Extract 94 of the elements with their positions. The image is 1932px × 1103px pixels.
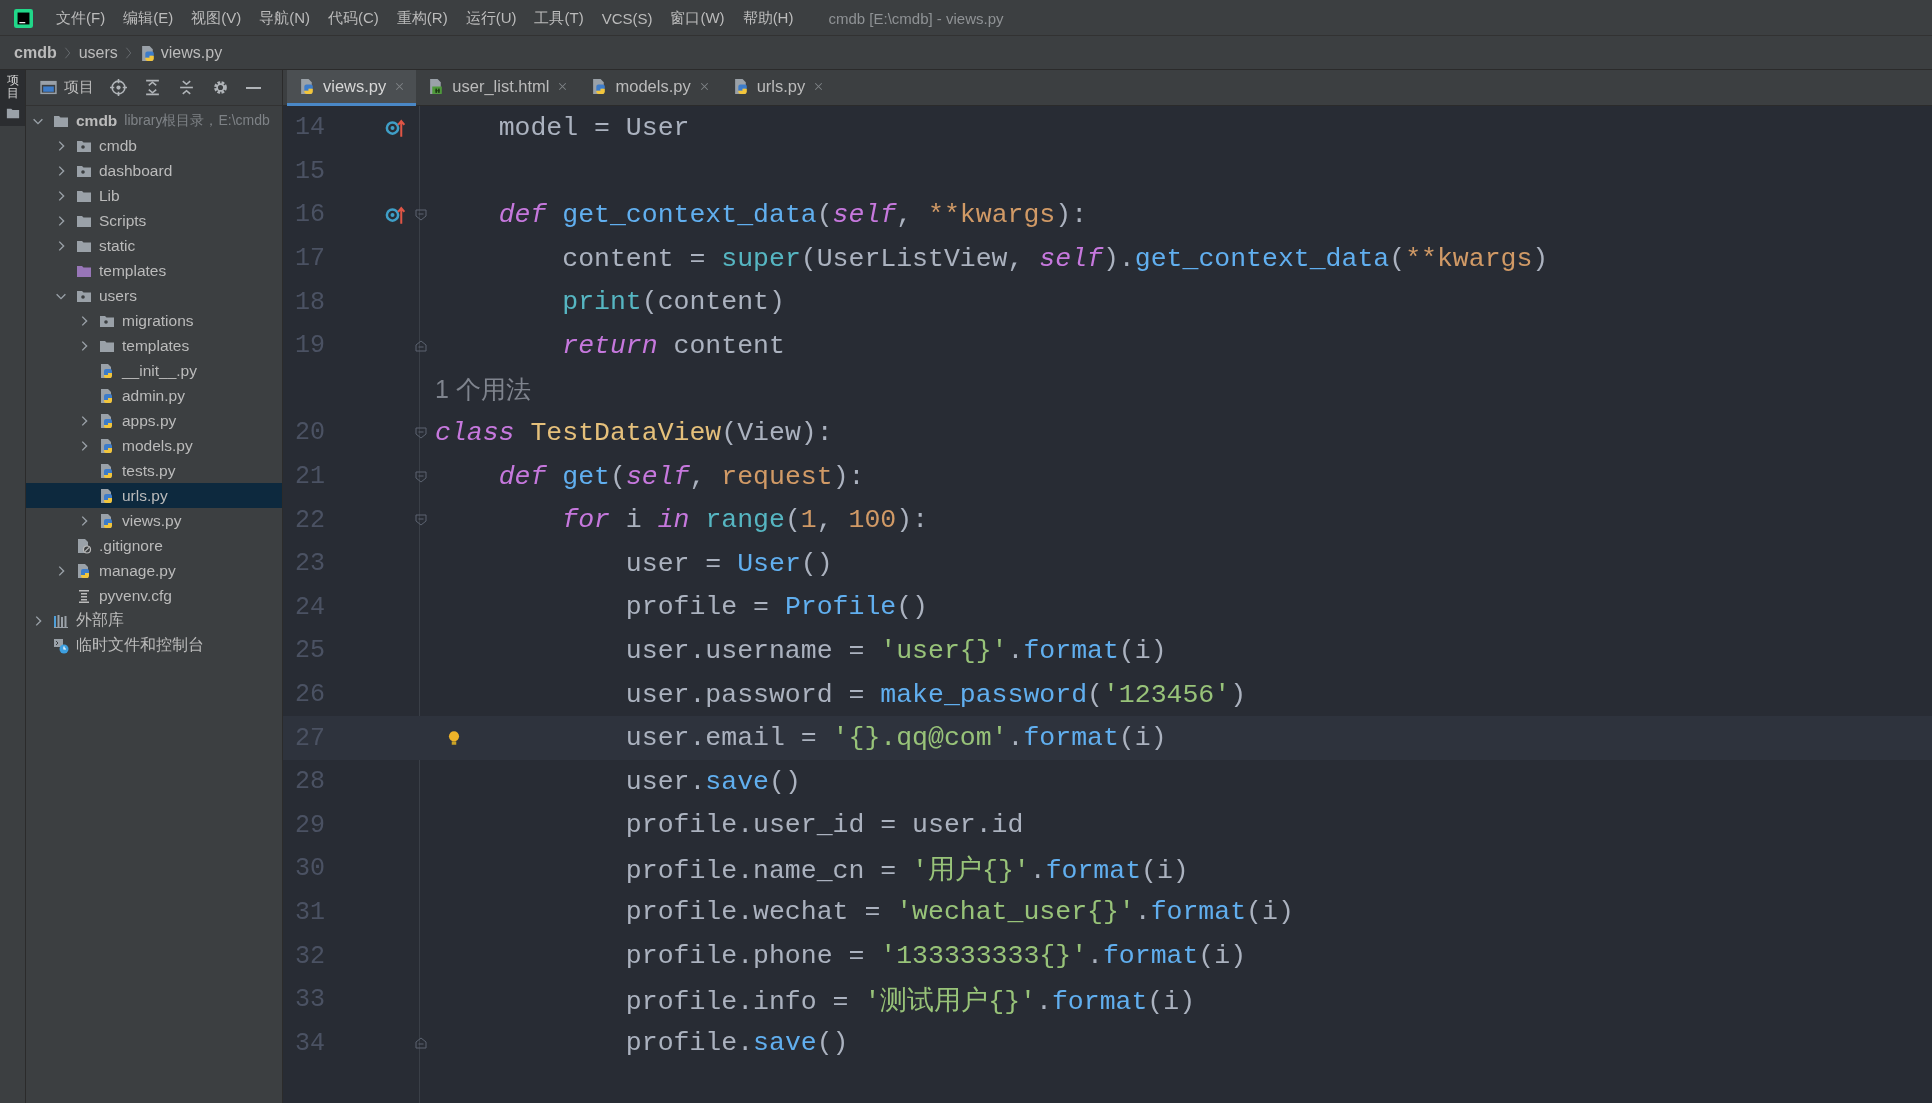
tree-item[interactable]: users	[99, 286, 137, 305]
code-line: profile.wechat = 'wechat_user{}'.format(i)	[625, 897, 1294, 928]
editor-tab[interactable]: urls.py	[720, 70, 836, 106]
breadcrumb-item[interactable]: cmdb	[14, 44, 57, 62]
tree-item[interactable]: 临时文件和控制台	[76, 635, 204, 656]
menu-item[interactable]: 编辑(E)	[114, 4, 183, 32]
app-logo-icon	[14, 8, 33, 28]
window-title: cmdb [E:\cmdb] - views.py	[828, 9, 1004, 27]
code-line: class TestDataView(View):	[435, 417, 833, 448]
menu-item[interactable]: 运行(U)	[456, 4, 526, 32]
python-file-icon	[99, 387, 115, 404]
code-line: profile.save()	[625, 1028, 849, 1059]
tree-item[interactable]: migrations	[122, 311, 194, 330]
fold-marker-icon	[413, 207, 429, 223]
menu-item[interactable]: 重构(R)	[387, 4, 457, 32]
menu-item[interactable]: 导航(N)	[250, 4, 319, 32]
tree-item[interactable]: .gitignore	[99, 536, 163, 555]
code-line: def get_context_data(self, **kwargs):	[498, 200, 1088, 230]
menu-item[interactable]: VCS(S)	[592, 5, 662, 31]
code-line: user.password = make_password('123456')	[625, 679, 1247, 710]
python-file-icon	[99, 362, 115, 379]
code-line: profile = Profile()	[625, 592, 928, 623]
code-line: user.email = '{}.qq@com'.format(i)	[625, 723, 1167, 754]
tree-item[interactable]: 外部库	[76, 610, 124, 631]
tree-item[interactable]: urls.py	[122, 486, 168, 505]
tree-item[interactable]: views.py	[122, 511, 182, 530]
fold-marker-icon	[413, 1035, 429, 1052]
breadcrumb-item[interactable]: views.py	[160, 44, 223, 62]
tree-item[interactable]: manage.py	[99, 561, 176, 580]
menu-item[interactable]: 帮助(H)	[733, 4, 803, 32]
usage-hint[interactable]: 1 个用法	[435, 372, 531, 406]
python-file-icon	[99, 487, 115, 504]
code-line: user.username = 'user{}'.format(i)	[625, 635, 1167, 666]
tree-item[interactable]: apps.py	[122, 411, 177, 430]
code-line: return content	[562, 330, 785, 361]
code-line: def get(self, request):	[498, 461, 865, 492]
collapse-all-icon	[178, 79, 195, 96]
tree-item[interactable]: templates	[99, 261, 167, 280]
tree-item[interactable]: cmdb	[76, 111, 118, 130]
tree-item[interactable]: dashboard	[99, 161, 173, 180]
tree-item[interactable]: Lib	[99, 186, 120, 205]
code-line: print(content)	[562, 287, 785, 318]
tree-item-hint: library根目录，E:\cmdb	[124, 111, 270, 130]
scratch-console-icon	[53, 637, 69, 654]
minimize-icon[interactable]	[246, 86, 261, 89]
tree-item[interactable]: Scripts	[99, 211, 147, 230]
code-line: for i in range(1, 100):	[562, 505, 929, 536]
code-line: user = User()	[625, 548, 833, 579]
tree-item[interactable]: models.py	[122, 436, 193, 455]
python-file-icon	[299, 78, 316, 95]
fold-marker-icon	[413, 468, 429, 485]
tree-item[interactable]: cmdb	[99, 136, 137, 155]
menu-item[interactable]: 窗口(W)	[661, 4, 734, 32]
python-file-icon	[99, 462, 115, 479]
python-file-icon	[139, 44, 157, 62]
code-line: profile.info = '测试用户{}'.format(i)	[625, 985, 1196, 1018]
python-file-icon	[99, 512, 115, 529]
python-file-icon	[76, 562, 92, 579]
menu-item[interactable]: 工具(T)	[525, 4, 593, 32]
tree-item[interactable]: tests.py	[122, 461, 176, 480]
settings-icon	[212, 79, 229, 96]
tree-item[interactable]: templates	[122, 336, 190, 355]
python-file-icon	[732, 78, 750, 95]
panel-title[interactable]: 项目	[64, 78, 94, 97]
code-line: model = User	[498, 112, 690, 143]
config-file-icon	[76, 587, 92, 604]
tree-item[interactable]: pyvenv.cfg	[99, 586, 172, 605]
tree-item[interactable]: __init__.py	[122, 361, 197, 380]
editor-tab[interactable]: models.py	[579, 70, 721, 106]
fold-marker-icon	[413, 424, 429, 441]
tree-item[interactable]: static	[99, 236, 136, 255]
ignored-file-icon	[76, 537, 92, 554]
tree-item[interactable]: admin.py	[122, 386, 185, 405]
library-icon	[53, 612, 69, 629]
code-line: content = super(UserListView, self).get_context_data(**kwargs)	[562, 243, 1549, 274]
project-tool-tab[interactable]: 项目	[0, 70, 25, 127]
code-line: user.save()	[625, 766, 801, 797]
python-file-icon	[99, 412, 115, 429]
python-file-icon	[99, 437, 115, 454]
editor-tab[interactable]: user_list.html	[416, 70, 580, 106]
code-line: profile.user_id = user.id	[625, 810, 1024, 841]
override-method-icon	[385, 205, 405, 225]
expand-all-icon	[144, 79, 161, 96]
breadcrumb-item[interactable]: users	[78, 44, 118, 62]
menu-item[interactable]: 文件(F)	[47, 4, 115, 32]
locate-icon[interactable]	[110, 79, 127, 96]
override-method-icon	[385, 117, 405, 138]
project-window-icon	[40, 79, 57, 96]
editor-tab[interactable]: views.py	[287, 70, 417, 106]
menu-item[interactable]: 视图(V)	[182, 4, 251, 32]
code-line: profile.name_cn = '用户{}'.format(i)	[625, 854, 1189, 887]
menu-item[interactable]: 代码(C)	[319, 4, 388, 32]
folder-icon	[5, 106, 20, 121]
code-line: profile.phone = '133333333{}'.format(i)	[625, 941, 1247, 972]
